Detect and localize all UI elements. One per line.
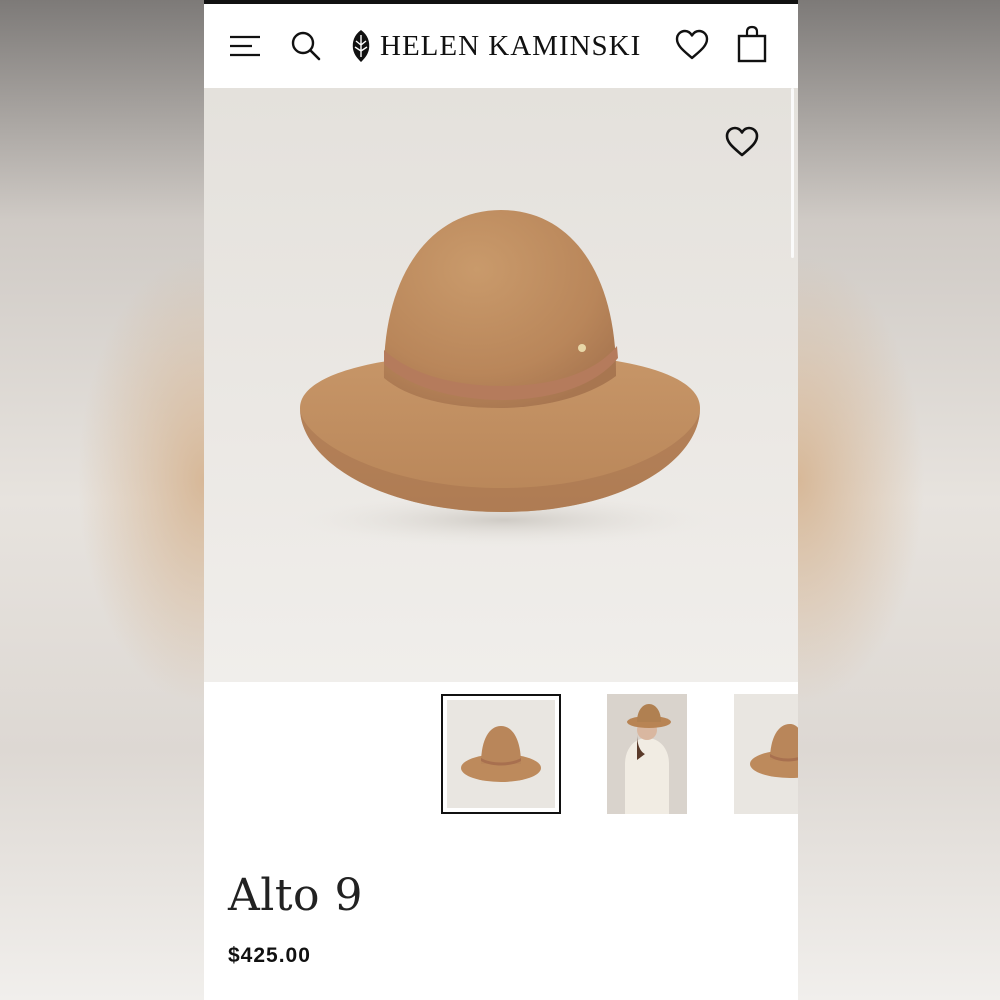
backdrop-left [0,0,204,1000]
search-icon[interactable] [288,28,324,64]
thumbnail-hat-front[interactable] [441,694,561,814]
backdrop-right [798,0,1000,1000]
mobile-page: HELEN KAMINSKI Alto 9 $425.00 [204,0,798,1000]
thumbnail-model-image [607,694,687,814]
thumbnail-hat-front-image [447,700,555,808]
product-title: Alto 9 [228,870,363,921]
thumbnail-hat-side-image [734,694,798,814]
image-scrollbar[interactable] [791,88,794,258]
brand-logo[interactable]: HELEN KAMINSKI [350,26,641,66]
product-wishlist-heart-icon[interactable] [724,126,762,162]
brand-name: HELEN KAMINSKI [380,29,642,62]
site-header: HELEN KAMINSKI [204,4,798,88]
hamburger-menu-icon[interactable] [228,31,262,61]
thumbnail-strip [204,682,798,832]
felt-hat-image [294,210,714,546]
hop-leaf-logo-icon [352,30,370,62]
wishlist-heart-icon[interactable] [672,26,712,64]
shopping-bag-icon[interactable] [734,22,770,66]
product-price: $425.00 [228,944,311,967]
thumbnail-model-wearing-hat[interactable] [607,694,687,814]
thumbnail-hat-side[interactable] [734,694,798,814]
product-main-image[interactable] [204,88,798,682]
